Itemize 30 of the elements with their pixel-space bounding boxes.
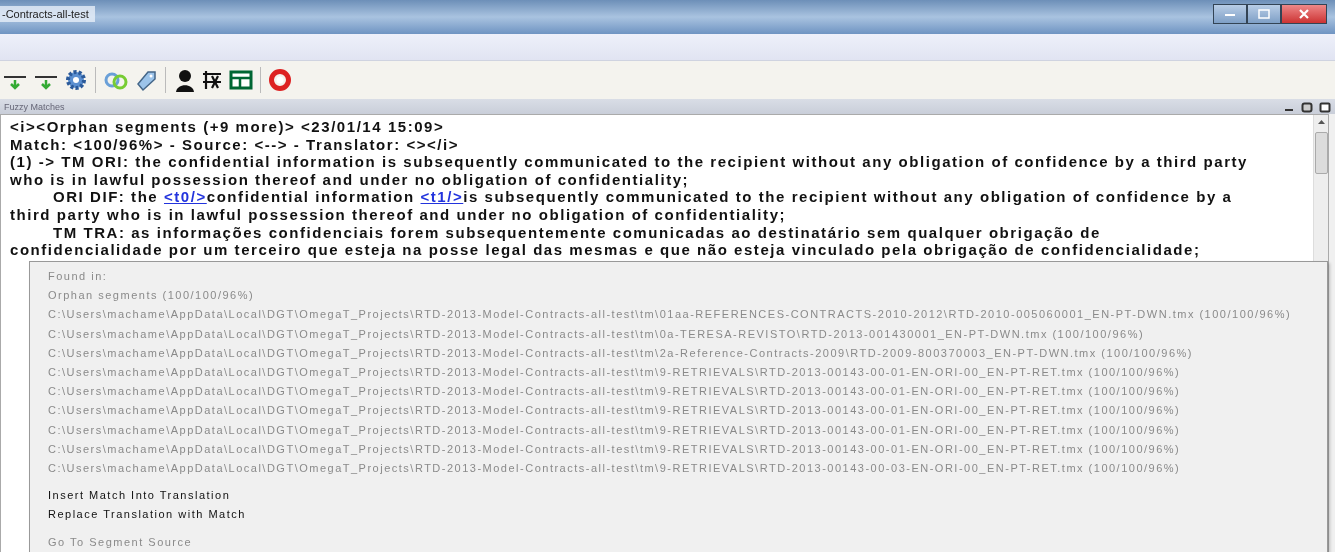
window-title: -Contracts-all-test [0, 6, 95, 22]
maximize-icon [1258, 9, 1270, 19]
tag-link[interactable]: <t0/> [164, 188, 207, 206]
maximize-icon[interactable] [1319, 100, 1331, 113]
minimize-icon [1224, 11, 1236, 17]
tag-link[interactable]: <t1/> [420, 188, 464, 206]
close-button[interactable] [1281, 4, 1327, 24]
match-text-line: confidencialidade por um terceiro que esteja na posse legal das mesmas e que não esteja vinculado pela obrigação de confidencialidade; [10, 241, 1202, 259]
maximize-button[interactable] [1247, 4, 1281, 24]
minimize-button[interactable] [1213, 4, 1247, 24]
match-text-line: TM TRA: as informações confidenciais forem subsequentemente comunicadas ao destinatário sem qualquer obrigação de [52, 223, 1102, 242]
match-text-line: Match: <100/96%> - Source: <--> - Translator: <></i> [10, 135, 461, 154]
tag-icon[interactable] [134, 68, 158, 92]
menu-item[interactable]: Replace Translation with Match [30, 505, 1327, 525]
match-text-line: ORI DIF: the <t0/>confidential information <t1/>is subsequently communicated to the recipient without any obligation of confidence by a [52, 188, 1234, 206]
person-silhouette-icon[interactable] [173, 68, 195, 92]
lifebuoy-icon[interactable] [268, 68, 292, 92]
match-text-line: <i><Orphan segments (+9 more)> <23/01/14 15:09> [10, 118, 446, 136]
scroll-up-icon[interactable] [1316, 118, 1326, 126]
menu-item[interactable]: Insert Match Into Translation [30, 486, 1327, 506]
close-icon [1298, 8, 1310, 20]
layout-icon[interactable] [229, 69, 253, 91]
restore-icon[interactable] [1301, 100, 1313, 113]
pane-title: Fuzzy Matches [4, 101, 65, 112]
match-text-line: third party who is in lawful possession thereof and under no obligation of confidentiality; [10, 205, 788, 224]
scroll-thumb[interactable] [1314, 132, 1328, 174]
pattern-icon[interactable] [200, 68, 224, 92]
match-text-line: who is in lawful possession thereof and under no obligation of confidentiality; [10, 170, 691, 189]
gear-icon[interactable] [64, 68, 88, 92]
match-text-line: (1) -> TM ORI: the confidential information is subsequently communicated to the recipient without any obligation of confidence by a third party [10, 153, 1249, 171]
